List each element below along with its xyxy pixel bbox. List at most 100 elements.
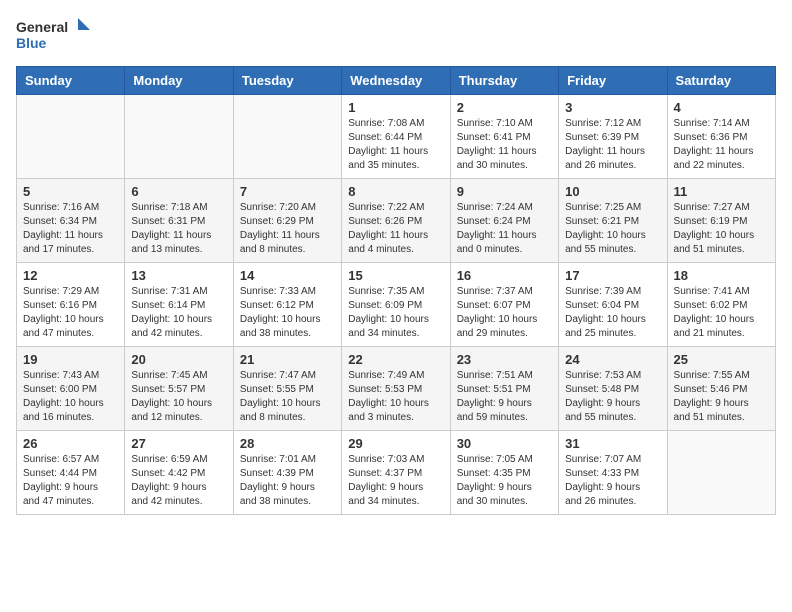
day-number: 6 xyxy=(131,184,226,199)
calendar-week-row: 19 Sunrise: 7:43 AM Sunset: 6:00 PM Dayli… xyxy=(17,347,776,431)
logo: GeneralBlue xyxy=(16,16,96,56)
calendar-table: SundayMondayTuesdayWednesdayThursdayFrid… xyxy=(16,66,776,515)
day-info: Sunrise: 7:31 AM Sunset: 6:14 PM Dayligh… xyxy=(131,285,226,341)
calendar-cell: 5Sunrise: 7:16 AM Sunset: 6:34 PM Daylig… xyxy=(17,179,125,263)
calendar-week-row: 12 Sunrise: 7:29 AM Sunset: 6:16 PM Dayli… xyxy=(17,263,776,347)
day-header-wednesday: Wednesday xyxy=(342,67,450,95)
day-number: 22 xyxy=(348,352,443,367)
day-info: Sunrise: 7:43 AM Sunset: 6:00 PM Dayligh… xyxy=(23,369,118,425)
day-header-friday: Friday xyxy=(559,67,667,95)
calendar-cell xyxy=(125,95,233,179)
day-number: 15 xyxy=(348,268,443,283)
day-number: 27 xyxy=(131,436,226,451)
calendar-cell: 4 Sunrise: 7:14 AM Sunset: 6:36 PM Daylig… xyxy=(667,95,775,179)
day-number: 30 xyxy=(457,436,552,451)
day-info: Sunrise: 7:24 AM Sunset: 6:24 PM Dayligh… xyxy=(457,201,552,257)
day-info: Sunrise: 7:41 AM Sunset: 6:02 PM Dayligh… xyxy=(674,285,769,341)
calendar-cell: 25 Sunrise: 7:55 AM Sunset: 5:46 PM Dayli… xyxy=(667,347,775,431)
calendar-cell: 14 Sunrise: 7:33 AM Sunset: 6:12 PM Dayli… xyxy=(233,263,341,347)
day-info: Sunrise: 7:20 AM Sunset: 6:29 PM Dayligh… xyxy=(240,201,335,257)
day-header-thursday: Thursday xyxy=(450,67,558,95)
day-number: 28 xyxy=(240,436,335,451)
calendar-cell: 3Sunrise: 7:12 AM Sunset: 6:39 PM Daylig… xyxy=(559,95,667,179)
calendar-cell: 27 Sunrise: 6:59 AM Sunset: 4:42 PM Dayli… xyxy=(125,431,233,515)
day-number: 12 xyxy=(23,268,118,283)
calendar-cell: 24Sunrise: 7:53 AM Sunset: 5:48 PM Dayli… xyxy=(559,347,667,431)
calendar-cell: 19 Sunrise: 7:43 AM Sunset: 6:00 PM Dayli… xyxy=(17,347,125,431)
calendar-cell: 6 Sunrise: 7:18 AM Sunset: 6:31 PM Daylig… xyxy=(125,179,233,263)
calendar-cell: 28 Sunrise: 7:01 AM Sunset: 4:39 PM Dayli… xyxy=(233,431,341,515)
svg-text:Blue: Blue xyxy=(16,35,47,51)
day-info: Sunrise: 7:51 AM Sunset: 5:51 PM Dayligh… xyxy=(457,369,552,425)
day-number: 9 xyxy=(457,184,552,199)
day-header-monday: Monday xyxy=(125,67,233,95)
day-number: 4 xyxy=(674,100,769,115)
day-number: 13 xyxy=(131,268,226,283)
day-number: 8 xyxy=(348,184,443,199)
page-header: GeneralBlue xyxy=(16,16,776,56)
calendar-cell: 29 Sunrise: 7:03 AM Sunset: 4:37 PM Dayli… xyxy=(342,431,450,515)
day-info: Sunrise: 6:59 AM Sunset: 4:42 PM Dayligh… xyxy=(131,453,226,509)
day-info: Sunrise: 7:22 AM Sunset: 6:26 PM Dayligh… xyxy=(348,201,443,257)
day-info: Sunrise: 7:47 AM Sunset: 5:55 PM Dayligh… xyxy=(240,369,335,425)
day-number: 5 xyxy=(23,184,118,199)
day-info: Sunrise: 7:01 AM Sunset: 4:39 PM Dayligh… xyxy=(240,453,335,509)
day-number: 16 xyxy=(457,268,552,283)
calendar-cell xyxy=(233,95,341,179)
day-info: Sunrise: 7:07 AM Sunset: 4:33 PM Dayligh… xyxy=(565,453,660,509)
day-info: Sunrise: 7:39 AM Sunset: 6:04 PM Dayligh… xyxy=(565,285,660,341)
calendar-cell: 16Sunrise: 7:37 AM Sunset: 6:07 PM Dayli… xyxy=(450,263,558,347)
calendar-cell: 8 Sunrise: 7:22 AM Sunset: 6:26 PM Daylig… xyxy=(342,179,450,263)
day-info: Sunrise: 7:10 AM Sunset: 6:41 PM Dayligh… xyxy=(457,117,552,173)
calendar-cell: 9 Sunrise: 7:24 AM Sunset: 6:24 PM Daylig… xyxy=(450,179,558,263)
day-header-sunday: Sunday xyxy=(17,67,125,95)
day-number: 24 xyxy=(565,352,660,367)
calendar-cell: 18 Sunrise: 7:41 AM Sunset: 6:02 PM Dayli… xyxy=(667,263,775,347)
day-info: Sunrise: 7:49 AM Sunset: 5:53 PM Dayligh… xyxy=(348,369,443,425)
day-number: 1 xyxy=(348,100,443,115)
calendar-cell xyxy=(17,95,125,179)
day-header-saturday: Saturday xyxy=(667,67,775,95)
day-info: Sunrise: 7:33 AM Sunset: 6:12 PM Dayligh… xyxy=(240,285,335,341)
calendar-cell: 10 Sunrise: 7:25 AM Sunset: 6:21 PM Dayli… xyxy=(559,179,667,263)
day-number: 17 xyxy=(565,268,660,283)
day-number: 18 xyxy=(674,268,769,283)
logo-svg: GeneralBlue xyxy=(16,16,96,56)
day-number: 14 xyxy=(240,268,335,283)
calendar-cell: 13 Sunrise: 7:31 AM Sunset: 6:14 PM Dayli… xyxy=(125,263,233,347)
day-number: 2 xyxy=(457,100,552,115)
day-info: Sunrise: 7:27 AM Sunset: 6:19 PM Dayligh… xyxy=(674,201,769,257)
calendar-cell xyxy=(667,431,775,515)
calendar-cell: 1Sunrise: 7:08 AM Sunset: 6:44 PM Daylig… xyxy=(342,95,450,179)
calendar-cell: 23 Sunrise: 7:51 AM Sunset: 5:51 PM Dayli… xyxy=(450,347,558,431)
calendar-cell: 12 Sunrise: 7:29 AM Sunset: 6:16 PM Dayli… xyxy=(17,263,125,347)
calendar-cell: 30Sunrise: 7:05 AM Sunset: 4:35 PM Dayli… xyxy=(450,431,558,515)
day-number: 23 xyxy=(457,352,552,367)
day-number: 10 xyxy=(565,184,660,199)
day-number: 20 xyxy=(131,352,226,367)
calendar-cell: 15 Sunrise: 7:35 AM Sunset: 6:09 PM Dayli… xyxy=(342,263,450,347)
day-info: Sunrise: 7:18 AM Sunset: 6:31 PM Dayligh… xyxy=(131,201,226,257)
calendar-cell: 20 Sunrise: 7:45 AM Sunset: 5:57 PM Dayli… xyxy=(125,347,233,431)
day-number: 7 xyxy=(240,184,335,199)
calendar-week-row: 5Sunrise: 7:16 AM Sunset: 6:34 PM Daylig… xyxy=(17,179,776,263)
day-info: Sunrise: 7:14 AM Sunset: 6:36 PM Dayligh… xyxy=(674,117,769,173)
day-number: 21 xyxy=(240,352,335,367)
calendar-week-row: 1Sunrise: 7:08 AM Sunset: 6:44 PM Daylig… xyxy=(17,95,776,179)
day-info: Sunrise: 7:35 AM Sunset: 6:09 PM Dayligh… xyxy=(348,285,443,341)
day-number: 11 xyxy=(674,184,769,199)
day-info: Sunrise: 7:03 AM Sunset: 4:37 PM Dayligh… xyxy=(348,453,443,509)
day-header-tuesday: Tuesday xyxy=(233,67,341,95)
day-number: 19 xyxy=(23,352,118,367)
day-info: Sunrise: 7:29 AM Sunset: 6:16 PM Dayligh… xyxy=(23,285,118,341)
day-info: Sunrise: 7:55 AM Sunset: 5:46 PM Dayligh… xyxy=(674,369,769,425)
day-number: 3 xyxy=(565,100,660,115)
day-info: Sunrise: 7:25 AM Sunset: 6:21 PM Dayligh… xyxy=(565,201,660,257)
day-number: 31 xyxy=(565,436,660,451)
svg-text:General: General xyxy=(16,19,68,35)
day-number: 29 xyxy=(348,436,443,451)
calendar-cell: 2 Sunrise: 7:10 AM Sunset: 6:41 PM Daylig… xyxy=(450,95,558,179)
day-number: 25 xyxy=(674,352,769,367)
calendar-week-row: 26Sunrise: 6:57 AM Sunset: 4:44 PM Dayli… xyxy=(17,431,776,515)
day-info: Sunrise: 7:45 AM Sunset: 5:57 PM Dayligh… xyxy=(131,369,226,425)
